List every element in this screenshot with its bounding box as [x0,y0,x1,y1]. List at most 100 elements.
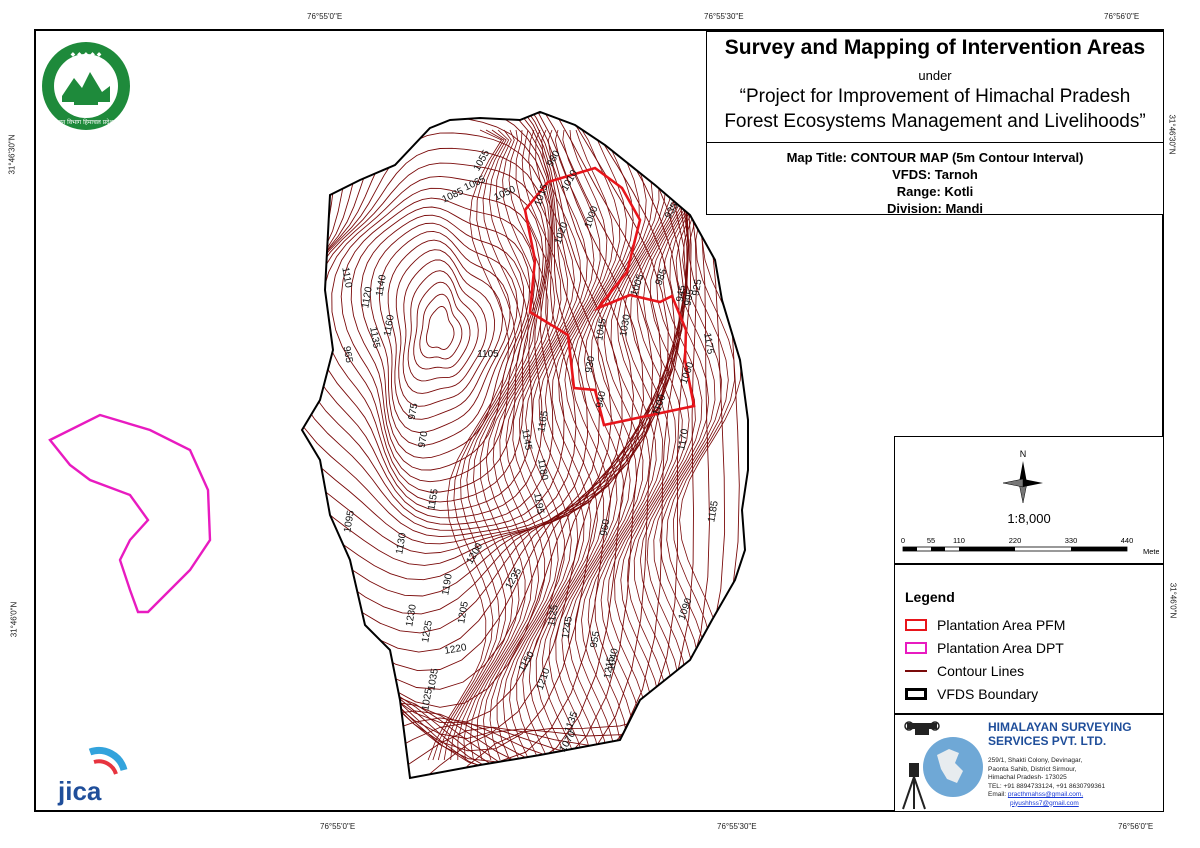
contour-label: 1235 [504,566,525,591]
contour-label: 1025 [420,687,435,711]
contour-swatch [905,670,927,672]
vfds-swatch [905,688,927,700]
title-under: under [918,68,952,83]
contour-label: 1110 [339,266,354,289]
contour-label: 1180 [535,458,550,482]
contour-label: 1150 [517,649,537,674]
contour-label: 1105 [477,349,499,360]
contour-line [302,112,748,778]
map-info: Map Title: CONTOUR MAP (5m Contour Inter… [707,149,1163,217]
contour-label: 930 [584,355,598,374]
contour-label: 995 [683,288,697,307]
contour-line [426,305,455,350]
contour-line [302,112,623,581]
scale-tick-440: 440 [1121,536,1134,545]
contour-label: 1000 [583,204,601,229]
pfm-swatch [905,619,927,631]
contour-label: 935 [663,200,681,220]
contour-label: 1140 [374,274,389,298]
contour-label: 1175 [701,332,716,356]
contour-label: 1090 [677,596,695,621]
contour-label: 975 [407,402,421,421]
svg-text:◆ ◆ ◆ ◆ ◆: ◆ ◆ ◆ ◆ ◆ [71,51,102,58]
address-line-4: TEL: +91 8894733124, +91 8630799361 [988,782,1106,790]
contour-lines [302,112,748,778]
title-divider [707,142,1163,143]
contour-label: 940 [595,390,609,409]
legend-label-pfm: Plantation Area PFM [937,617,1066,633]
contour-line [302,112,710,771]
company-name-line1: HIMALAYAN SURVEYING [988,720,1132,734]
contour-label: 1170 [676,428,691,452]
plantation-area-dpt [48,413,212,614]
contour-label: 1135 [367,326,382,350]
title-project-line1: “Project for Improvement of Himachal Pra… [739,86,1131,107]
scale-tick-330: 330 [1065,536,1078,545]
contour-label: 1185 [706,500,721,524]
contour-line [407,270,479,382]
contour-line [413,281,471,370]
contour-label: 1130 [394,532,409,556]
contour-line [302,112,644,615]
contour-label: 965 [341,345,355,364]
address-line-2: Paonta Sahib, District Sirmour, [988,765,1077,773]
legend-item-pfm: Plantation Area PFM [905,616,1065,634]
contour-label: 970 [417,430,431,449]
contour-label: 1095 [342,509,357,533]
contour-line [302,112,748,778]
contour-label: 1210 [535,666,553,691]
contour-label: 1205 [456,600,471,624]
forest-department-logo: ◆ ◆ ◆ ◆ ◆ वन विभाग हिमाचल प्रदेश [42,42,130,130]
email-line-2: piyushhss7@gmail.com [988,800,1105,809]
company-name-line2: SERVICES PVT. LTD. [988,734,1107,748]
forest-logo-text: वन विभाग हिमाचल प्रदेश [59,118,115,126]
contour-label: 1125 [546,604,561,628]
contour-label: 1195 [531,492,546,516]
contour-label: 1225 [420,619,435,643]
contour-label: 960 [599,518,613,537]
legend-label-dpt: Plantation Area DPT [937,640,1064,656]
contour-line [302,112,688,752]
company-address: 259/1, Shakti Colony, Devinagar, Paonta … [988,757,1105,808]
contour-label: 1155 [426,488,441,512]
contour-label: 1165 [536,410,551,434]
contour-line [302,112,676,690]
svg-text:jica: jica [57,776,102,806]
contour-line [463,129,549,761]
contour-label: 955 [589,630,603,649]
email-link-2[interactable]: piyushhss7@gmail.com [1010,800,1079,807]
svg-text:N: N [1020,449,1027,459]
contour-line [402,259,487,394]
contour-label: 1145 [519,428,534,452]
scale-unit: Meters [1143,547,1159,556]
contour-label: 985 [654,267,670,287]
title-block: Survey and Mapping of Intervention Areas… [706,31,1164,217]
contour-label: 1060 [679,360,697,385]
vfds-name: VFDS: Tarnoh [892,167,978,182]
contour-label: 1030 [618,313,633,337]
company-panel: HIMALAYAN SURVEYING SERVICES PVT. LTD. 2… [894,714,1164,812]
title-project-line2: Forest Ecosystems Management and Livelih… [724,111,1146,132]
legend-item-contour: Contour Lines [905,662,1024,680]
scale-tick-55: 55 [927,536,935,545]
legend-label-contour: Contour Lines [937,663,1025,679]
scale-ratio: 1:8,000 [1007,511,1051,526]
email-line-1: Email: practhmahss@gmail.com, [988,791,1084,798]
legend-item-vfds: VFDS Boundary [905,685,1038,703]
contour-line [659,129,738,761]
title-main: Survey and Mapping of Intervention Areas [724,36,1146,59]
address-line-3: Himachal Pradesh- 173025 [988,774,1067,781]
contour-label: 1190 [440,573,455,597]
email-link-1[interactable]: practhmahss@gmail.com, [1008,791,1083,798]
contour-label: 1020 [553,220,571,245]
map-title: Map Title: CONTOUR MAP (5m Contour Inter… [786,150,1084,165]
contour-label: 1035 [426,667,441,691]
division-name: Division: Mandi [886,201,984,216]
contour-line [302,112,612,566]
legend-panel: Legend Plantation Area PFM Plantation Ar… [894,564,1164,714]
dpt-swatch [905,642,927,654]
contour-label: 1220 [444,642,468,657]
legend-item-dpt: Plantation Area DPT [905,639,1064,657]
contour-label: 1120 [360,286,375,310]
scale-bar: 0 55 110 220 330 440 Meters [901,536,1159,556]
